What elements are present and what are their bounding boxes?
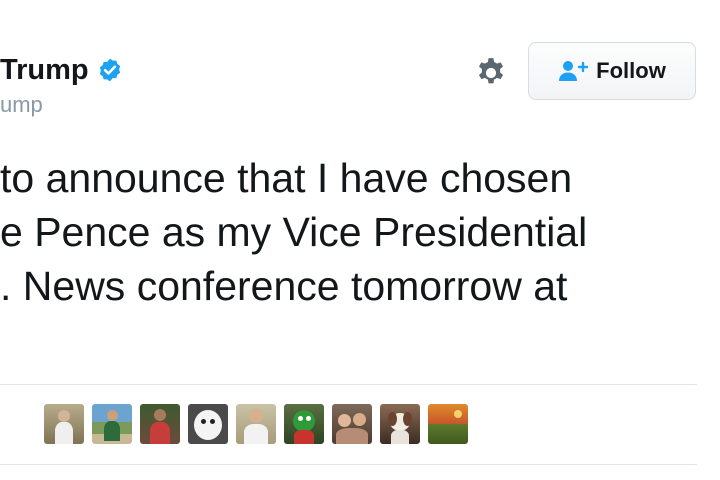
author-handle[interactable]: ump xyxy=(0,92,43,118)
avatar-4[interactable] xyxy=(188,404,228,444)
avatar-1[interactable] xyxy=(44,404,84,444)
avatar-7[interactable] xyxy=(332,404,372,444)
tweet-text-line-2: e Pence as my Vice Presidential xyxy=(0,209,588,255)
avatar-8[interactable] xyxy=(380,404,420,444)
divider-bottom xyxy=(0,464,697,465)
author-name-text[interactable]: Trump xyxy=(0,50,89,90)
author-name[interactable]: Trump xyxy=(0,50,123,90)
divider-top xyxy=(0,384,697,385)
follow-button[interactable]: Follow xyxy=(528,42,696,100)
liked-by-avatars xyxy=(44,404,468,444)
tweet-text-line-1: to announce that I have chosen xyxy=(0,155,573,201)
avatar-5[interactable] xyxy=(236,404,276,444)
gear-icon[interactable] xyxy=(474,56,508,90)
avatar-3[interactable] xyxy=(140,404,180,444)
verified-badge-icon xyxy=(99,58,120,82)
avatar-6[interactable] xyxy=(284,404,324,444)
person-add-icon xyxy=(559,61,589,81)
follow-label: Follow xyxy=(596,58,666,83)
avatar-2[interactable] xyxy=(92,404,132,444)
tweet-text-line-3: . News conference tomorrow at xyxy=(0,263,568,309)
avatar-9[interactable] xyxy=(428,404,468,444)
